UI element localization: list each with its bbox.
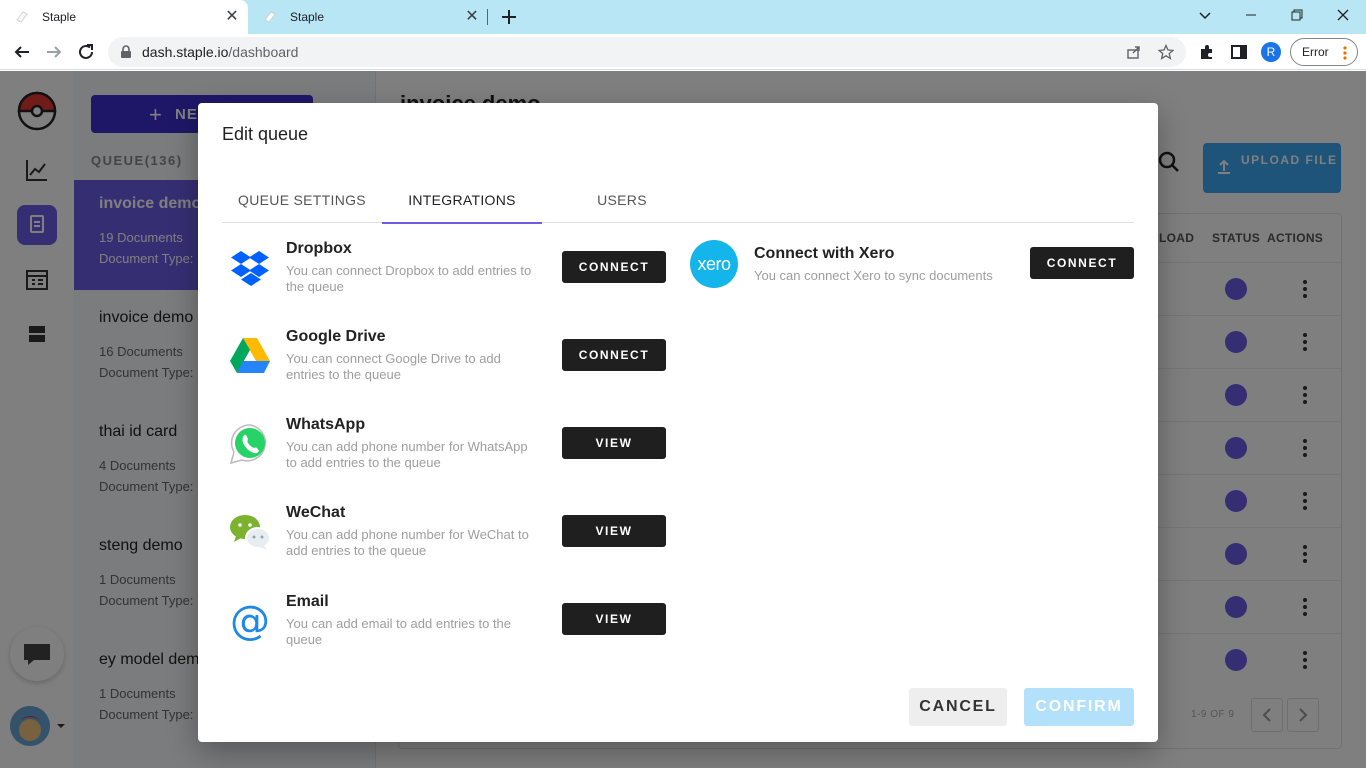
email-at-icon: @ <box>230 598 270 644</box>
close-window-icon[interactable] <box>1320 0 1366 30</box>
integration-description: You can connect Google Drive to add entr… <box>286 351 501 382</box>
google-drive-icon <box>228 334 272 378</box>
dropbox-icon <box>228 246 272 290</box>
connect-google-drive-button[interactable]: CONNECT <box>562 339 666 371</box>
tab-queue-settings[interactable]: QUEUE SETTINGS <box>222 177 382 223</box>
extensions-puzzle-icon[interactable] <box>1198 43 1216 61</box>
dialog-tabs: QUEUE SETTINGS INTEGRATIONS USERS <box>222 177 1134 224</box>
minimize-icon[interactable] <box>1228 0 1274 30</box>
integration-whatsapp: WhatsApp You can add phone number for Wh… <box>222 416 672 486</box>
tab-users[interactable]: USERS <box>542 177 702 223</box>
integration-wechat: WeChat You can add phone number for WeCh… <box>222 504 672 574</box>
more-vert-icon <box>1343 46 1347 60</box>
error-label: Error <box>1302 45 1329 59</box>
browser-tab-title: Staple <box>42 10 77 24</box>
browser-toolbar: dash.staple.io/dashboard R Error <box>0 34 1366 70</box>
profile-avatar[interactable]: R <box>1261 42 1281 62</box>
connect-dropbox-button[interactable]: CONNECT <box>562 251 666 283</box>
view-wechat-button[interactable]: VIEW <box>562 515 666 547</box>
integration-name: Google Drive <box>286 328 386 345</box>
new-tab-icon[interactable] <box>500 8 518 26</box>
staple-favicon-icon <box>264 11 276 23</box>
lock-icon[interactable] <box>118 44 134 60</box>
cancel-button[interactable]: CANCEL <box>909 688 1007 726</box>
integration-name: WhatsApp <box>286 416 366 433</box>
wechat-icon <box>228 510 272 554</box>
integration-description: You can connect Dropbox to add entries t… <box>286 263 532 294</box>
xero-logo-icon: xero <box>690 240 738 288</box>
integration-xero: xero Connect with Xero You can connect X… <box>688 240 1134 300</box>
side-panel-icon[interactable] <box>1230 43 1248 61</box>
integration-description: You can add phone number for WhatsApp to… <box>286 439 528 470</box>
browser-tab-strip: Staple ✕ Staple ✕ <box>0 0 1366 34</box>
url-text[interactable]: dash.staple.io/dashboard <box>142 44 298 60</box>
integration-name: Dropbox <box>286 240 352 257</box>
browser-error-button[interactable]: Error <box>1290 38 1358 66</box>
reload-icon[interactable] <box>74 40 98 64</box>
integration-description: You can connect Xero to sync documents <box>754 268 993 283</box>
integration-name: Email <box>286 593 329 610</box>
share-icon[interactable] <box>1126 44 1142 60</box>
address-bar[interactable]: dash.staple.io/dashboard <box>108 37 1186 67</box>
close-tab-icon[interactable]: ✕ <box>464 9 480 25</box>
edit-queue-dialog: Edit queue QUEUE SETTINGS INTEGRATIONS U… <box>198 103 1158 742</box>
integration-name: WeChat <box>286 504 346 521</box>
browser-tab-title: Staple <box>290 10 325 24</box>
integration-name: Connect with Xero <box>754 245 895 262</box>
forward-arrow-icon[interactable] <box>42 40 66 64</box>
tab-search-chevron-down-icon[interactable] <box>1182 0 1228 30</box>
back-arrow-icon[interactable] <box>10 40 34 64</box>
integration-description: You can add email to add entries to the … <box>286 616 512 647</box>
staple-favicon-icon <box>16 11 28 23</box>
integration-description: You can add phone number for WeChat to a… <box>286 527 529 558</box>
integration-dropbox: Dropbox You can connect Dropbox to add e… <box>222 240 672 310</box>
close-tab-icon[interactable]: ✕ <box>224 9 240 25</box>
url-host: dash.staple.io <box>142 44 229 60</box>
dialog-title: Edit queue <box>222 124 309 144</box>
confirm-button[interactable]: CONFIRM <box>1024 688 1134 726</box>
url-path: /dashboard <box>228 44 299 60</box>
integration-google-drive: Google Drive You can connect Google Driv… <box>222 328 672 398</box>
tab-integrations[interactable]: INTEGRATIONS <box>382 177 542 224</box>
browser-tab-inactive[interactable]: Staple ✕ <box>248 0 488 34</box>
browser-tab-active[interactable]: Staple ✕ <box>0 0 248 34</box>
whatsapp-icon <box>228 422 272 466</box>
star-bookmark-icon[interactable] <box>1158 44 1174 60</box>
view-whatsapp-button[interactable]: VIEW <box>562 427 666 459</box>
connect-xero-button[interactable]: CONNECT <box>1030 247 1134 279</box>
restore-icon[interactable] <box>1274 0 1320 30</box>
view-email-button[interactable]: VIEW <box>562 603 666 635</box>
tab-separator <box>487 9 488 25</box>
integration-email: @ Email You can add email to add entries… <box>222 593 672 663</box>
